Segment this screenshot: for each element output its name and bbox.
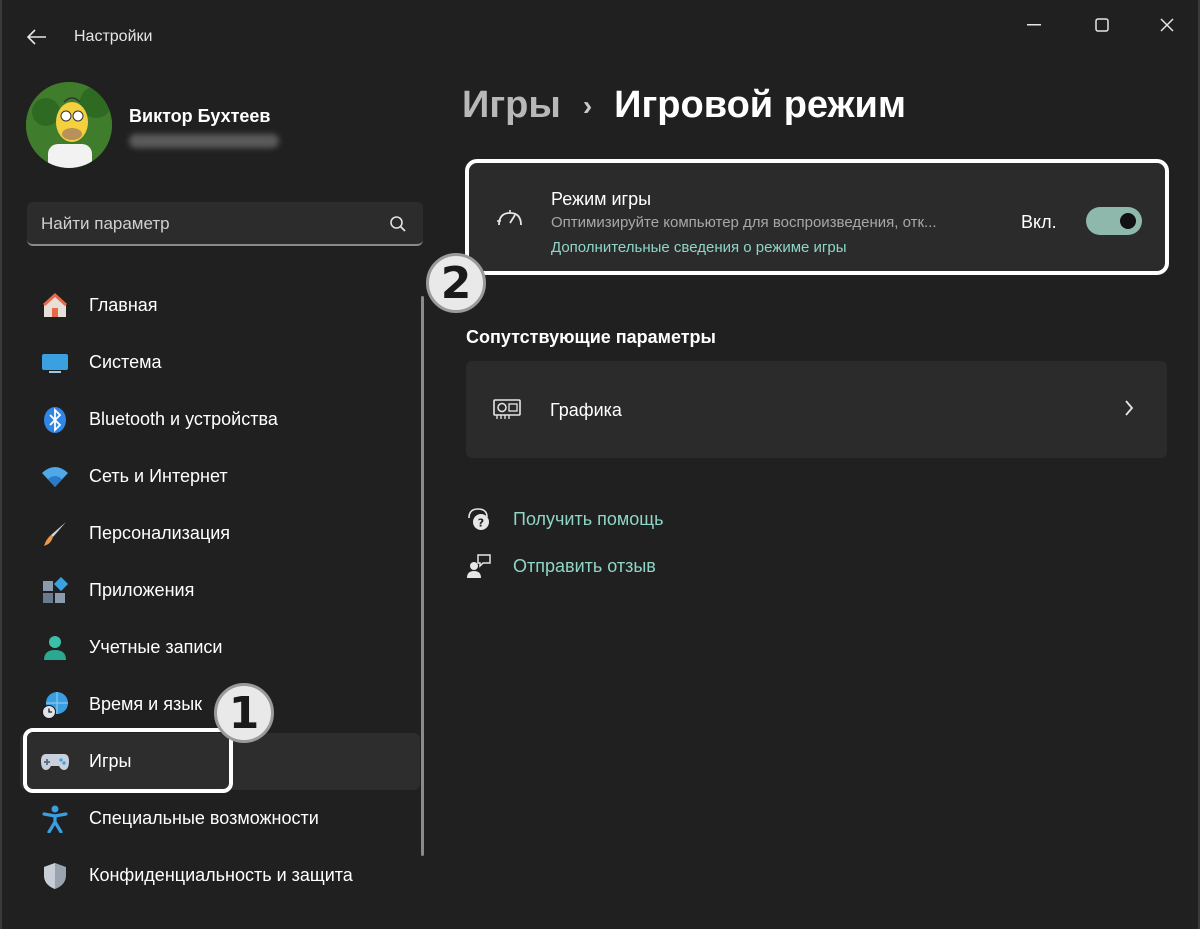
step-badge-2: 2	[426, 253, 486, 313]
display-icon	[40, 348, 70, 378]
sidebar-item-apps[interactable]: Приложения	[20, 562, 420, 619]
game-mode-title: Режим игры	[551, 189, 652, 209]
feedback-icon	[466, 553, 492, 579]
get-help-label: Получить помощь	[513, 508, 664, 529]
step-badge-1: 1	[214, 683, 274, 743]
globe-clock-icon	[40, 690, 70, 720]
sidebar-item-label: Система	[89, 352, 162, 372]
avatar[interactable]	[26, 82, 112, 168]
app-title: Настройки	[74, 28, 153, 45]
sidebar-item-network[interactable]: Сеть и Интернет	[20, 448, 420, 505]
speedometer-icon	[497, 210, 522, 226]
sidebar-nav: Главная Система Bluetooth и устройства С…	[20, 277, 420, 904]
search-box[interactable]	[27, 202, 423, 246]
search-input[interactable]	[41, 214, 371, 234]
send-feedback-label: Отправить отзыв	[513, 555, 656, 576]
sidebar-item-personalization[interactable]: Персонализация	[20, 505, 420, 562]
related-settings-heading: Сопутствующие параметры	[466, 327, 716, 347]
sidebar-item-label: Bluetooth и устройства	[89, 409, 278, 429]
sidebar-item-label: Специальные возможности	[89, 808, 319, 828]
sidebar-item-label: Время и язык	[89, 694, 203, 714]
chevron-right-icon	[1125, 400, 1134, 416]
breadcrumb-parent[interactable]: Игры	[462, 84, 561, 127]
sidebar-item-label: Учетные записи	[89, 637, 223, 657]
sidebar-item-label: Конфиденциальность и защита	[89, 865, 353, 885]
sidebar-item-label: Главная	[89, 295, 158, 315]
sidebar-item-accessibility[interactable]: Специальные возможности	[20, 790, 420, 847]
graphics-settings-row[interactable]: Графика	[466, 361, 1167, 458]
sidebar-scrollbar[interactable]	[421, 296, 424, 856]
account-icon	[40, 633, 70, 663]
sidebar-item-home[interactable]: Главная	[20, 277, 420, 334]
sidebar-item-privacy[interactable]: Конфиденциальность и защита	[20, 847, 420, 904]
maximize-icon	[1095, 18, 1109, 32]
game-mode-toggle[interactable]	[1086, 207, 1142, 235]
highlight-frame-gaming	[23, 728, 233, 793]
settings-window: Настройки Виктор Бухтеев Найти параметр …	[0, 0, 1200, 929]
minimize-button[interactable]	[1014, 10, 1054, 40]
avatar-image	[26, 82, 112, 168]
minimize-icon	[1027, 24, 1041, 26]
page-title: Игровой режим	[614, 84, 906, 126]
help-chat-icon: ?	[466, 506, 492, 532]
game-mode-card: Режим игры Оптимизируйте компьютер для в…	[465, 159, 1169, 275]
get-help-link[interactable]: ? Получить помощь	[466, 506, 663, 532]
maximize-button[interactable]	[1082, 10, 1122, 40]
back-arrow-icon	[27, 29, 46, 45]
accessibility-icon	[40, 804, 70, 834]
game-mode-description: Оптимизируйте компьютер для воспроизведе…	[551, 214, 937, 231]
sidebar-item-label: Персонализация	[89, 523, 231, 543]
bluetooth-icon	[40, 405, 70, 435]
shield-icon	[40, 861, 70, 891]
graphics-card-icon	[493, 399, 521, 419]
sidebar-item-label: Приложения	[89, 580, 195, 600]
title-bar: Настройки	[2, 0, 1200, 72]
back-button[interactable]	[22, 22, 52, 52]
wifi-icon	[40, 462, 70, 492]
close-icon	[1160, 18, 1174, 32]
user-name: Виктор Бухтеев	[129, 106, 271, 126]
sidebar-item-system[interactable]: Система	[20, 334, 420, 391]
sidebar-item-label: Сеть и Интернет	[89, 466, 228, 486]
close-button[interactable]	[1147, 10, 1187, 40]
sidebar-item-accounts[interactable]: Учетные записи	[20, 619, 420, 676]
graphics-label: Графика	[550, 400, 622, 420]
search-icon[interactable]	[389, 215, 407, 233]
toggle-knob	[1120, 213, 1136, 229]
breadcrumb: Игры › Игровой режим	[462, 84, 906, 127]
home-icon	[40, 291, 70, 321]
brush-icon	[40, 519, 70, 549]
toggle-state-label: Вкл.	[1021, 212, 1057, 232]
breadcrumb-separator: ›	[582, 89, 593, 121]
game-mode-learn-more-link[interactable]: Дополнительные сведения о режиме игры	[551, 239, 847, 256]
send-feedback-link[interactable]: Отправить отзыв	[466, 553, 656, 579]
user-email-blurred	[129, 134, 279, 148]
sidebar-item-bluetooth[interactable]: Bluetooth и устройства	[20, 391, 420, 448]
apps-icon	[40, 576, 70, 606]
svg-text:?: ?	[478, 517, 484, 530]
